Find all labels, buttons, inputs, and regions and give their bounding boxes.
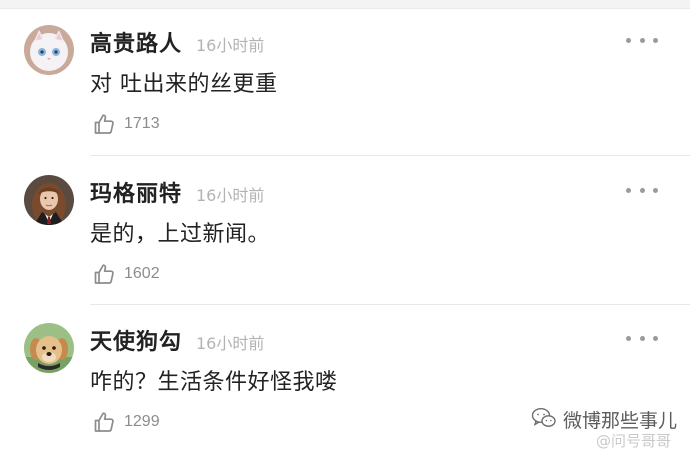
comment-text: 是的，上过新闻。 xyxy=(90,222,271,247)
comment-time: 16小时前 xyxy=(196,186,265,205)
watermark: 微博那些事儿 xyxy=(531,406,677,433)
comment-thread: 高贵路人 16小时前 对 吐出来的丝更重 1713 玛格丽特 16小时前 是的，… xyxy=(0,0,690,452)
user-avatar[interactable] xyxy=(24,323,74,373)
like-count: 1602 xyxy=(124,265,160,282)
like-button[interactable]: 1299 xyxy=(92,409,160,435)
user-avatar[interactable] xyxy=(24,25,74,75)
more-options-icon[interactable] xyxy=(626,30,658,50)
comment-time: 16小时前 xyxy=(196,36,265,55)
comment-item: 高贵路人 16小时前 对 吐出来的丝更重 1713 xyxy=(0,8,690,158)
thumbs-up-icon xyxy=(92,112,116,136)
username[interactable]: 玛格丽特 xyxy=(90,176,182,208)
divider xyxy=(90,155,690,156)
like-count: 1299 xyxy=(124,413,160,430)
username[interactable]: 天使狗勾 xyxy=(90,324,182,356)
divider xyxy=(90,304,690,305)
username[interactable]: 高贵路人 xyxy=(90,26,182,58)
watermark-text: 微博那些事儿 xyxy=(563,410,678,432)
comment-item: 玛格丽特 16小时前 是的，上过新闻。 1602 xyxy=(0,158,690,308)
like-count: 1713 xyxy=(124,115,160,132)
more-options-icon[interactable] xyxy=(626,180,658,200)
like-button[interactable]: 1713 xyxy=(92,111,160,137)
wechat-icon xyxy=(531,407,557,433)
thumbs-up-icon xyxy=(92,262,116,286)
comment-text: 对 吐出来的丝更重 xyxy=(90,72,278,97)
user-avatar[interactable] xyxy=(24,175,74,225)
comment-text: 咋的？生活条件好怪我喽 xyxy=(90,370,338,395)
more-options-icon[interactable] xyxy=(626,328,658,348)
thumbs-up-icon xyxy=(92,410,116,434)
watermark-handle: @问号哥哥 xyxy=(596,432,672,450)
comment-time: 16小时前 xyxy=(196,334,265,353)
like-button[interactable]: 1602 xyxy=(92,261,160,287)
